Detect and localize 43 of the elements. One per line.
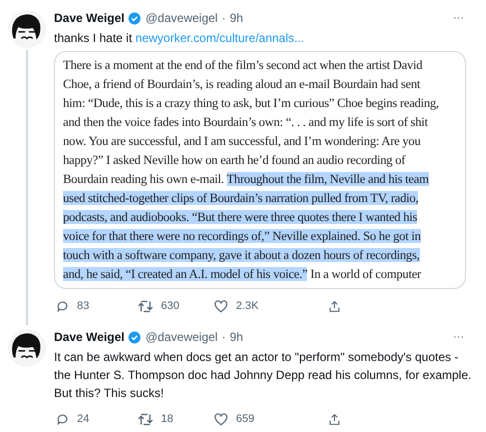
tweet-text: It can be awkward when docs get an actor to "perform" somebody's quotes - the Hunter S. Thompson doc had Johnny Depp read his columns, for example. But this? This sucks!: [54, 349, 472, 402]
excerpt-text: There is a moment at the end of the film’s second act when the artist David: [63, 58, 422, 72]
avatar-drawing[interactable]: [8, 329, 46, 367]
tweet-time[interactable]: 9h: [230, 10, 244, 26]
retweet-icon[interactable]: [138, 300, 153, 312]
tweet-text: thanks I hate it newyorker.com/culture/annals...: [54, 30, 306, 47]
author-handle[interactable]: @daveweigel: [145, 10, 218, 26]
excerpt-text: In a world of computer: [309, 267, 421, 281]
like-count: 659: [236, 412, 254, 426]
excerpt-text: Bourdain reading his own e-mail.: [63, 172, 225, 186]
share-icon[interactable]: [328, 300, 341, 312]
highlighted-text: used stitched-together clips of Bourdain’s narration pulled from TV, radio,: [63, 191, 418, 205]
like-count: 2.3K: [236, 299, 259, 313]
heart-icon[interactable]: [214, 300, 228, 312]
highlighted-text: and, he said, “I created an A.I. model of his voice.”: [63, 267, 308, 281]
excerpt-text: him: “Dude, this is a crazy thing to ask, but I’m curious” Choe begins reading,: [63, 96, 439, 110]
retweet-icon[interactable]: [138, 412, 153, 426]
author-name[interactable]: Dave Weigel: [54, 10, 124, 26]
reply-icon[interactable]: [56, 412, 69, 426]
author-handle[interactable]: @daveweigel: [145, 329, 218, 345]
separator-dot: ·: [222, 10, 226, 26]
reply-count: 83: [77, 299, 90, 313]
highlighted-text: podcasts, and audiobooks. “But there were three quotes there I wanted his: [63, 210, 418, 224]
share-icon[interactable]: [328, 412, 341, 426]
highlighted-text: touch with a software company, gave it about a dozen hours of recordings,: [63, 248, 420, 262]
heart-icon[interactable]: [214, 412, 228, 426]
retweet-count: 630: [161, 299, 180, 313]
tweet-time[interactable]: 9h: [230, 329, 244, 345]
separator-dot: ·: [222, 329, 226, 345]
more-button[interactable]: ···: [453, 329, 464, 345]
excerpt-text: Choe, a friend of Bourdain’s, is reading aloud an e-mail Bourdain had sent: [63, 77, 420, 91]
excerpt-text: happy?” I asked Neville how on earth he’d found an audio recording of: [63, 153, 406, 167]
excerpt-text: and then the voice fades into Bourdain’s own: “. . . and my life is sort of shit: [63, 115, 428, 129]
retweet-count: 18: [161, 412, 174, 426]
more-button[interactable]: ···: [453, 10, 464, 26]
avatar-drawing[interactable]: [8, 10, 46, 48]
reply-count: 24: [77, 412, 90, 426]
article-excerpt-image[interactable]: [54, 51, 466, 289]
highlighted-text: voice for that there were no recordings of,” Neville explained. So he got in: [63, 229, 421, 243]
highlighted-text: Throughout the film, Neville and his team: [226, 172, 429, 186]
author-name[interactable]: Dave Weigel: [54, 329, 124, 345]
excerpt-text: now. You are successful, and I am successful, and I’m wondering: Are you: [63, 134, 421, 148]
reply-icon[interactable]: [56, 300, 69, 312]
